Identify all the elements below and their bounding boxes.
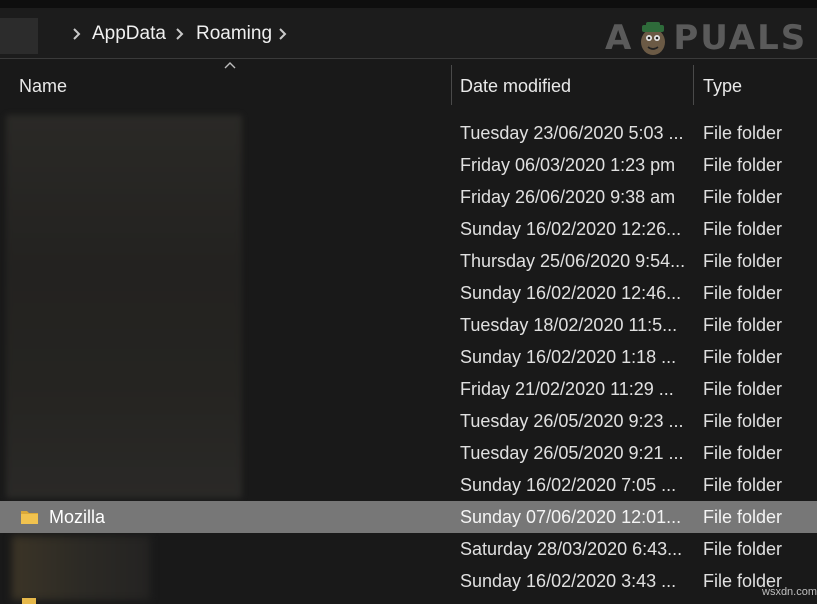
- address-bar-hidden-segment[interactable]: [0, 18, 38, 54]
- file-row[interactable]: Tuesday 26/05/2020 9:23 ... File folder: [0, 405, 817, 437]
- file-row[interactable]: Friday 26/06/2020 9:38 am File folder: [0, 181, 817, 213]
- file-row[interactable]: Saturday 28/03/2020 6:43... File folder: [0, 533, 817, 565]
- date-modified-cell: Tuesday 18/02/2020 11:5...: [460, 315, 678, 335]
- file-row[interactable]: Friday 06/03/2020 1:23 pm File folder: [0, 149, 817, 181]
- type-cell: File folder: [703, 411, 783, 431]
- date-modified-cell: Sunday 16/02/2020 7:05 ...: [460, 475, 677, 495]
- file-row[interactable]: Thursday 25/06/2020 9:54... File folder: [0, 245, 817, 277]
- date-modified-cell: Tuesday 26/05/2020 9:23 ...: [460, 411, 684, 431]
- date-modified-cell: Sunday 16/02/2020 12:46...: [460, 283, 682, 303]
- folder-name: Mozilla: [49, 506, 106, 527]
- column-divider[interactable]: [451, 65, 452, 105]
- type-cell: File folder: [703, 539, 783, 559]
- watermark-prefix: A: [605, 18, 634, 58]
- date-modified-cell: Thursday 25/06/2020 9:54...: [460, 251, 686, 271]
- type-cell: File folder: [703, 251, 783, 271]
- date-modified-cell: Friday 06/03/2020 1:23 pm: [460, 155, 676, 175]
- breadcrumb-appdata[interactable]: AppData: [92, 22, 166, 46]
- name-cell[interactable]: Mozilla: [20, 501, 105, 533]
- date-modified-cell: Sunday 16/02/2020 1:18 ...: [460, 347, 677, 367]
- file-row[interactable]: Tuesday 23/06/2020 5:03 ... File folder: [0, 117, 817, 149]
- column-header-name[interactable]: Name: [19, 75, 67, 97]
- file-row[interactable]: Sunday 16/02/2020 12:46... File folder: [0, 277, 817, 309]
- folder-icon: [20, 508, 40, 526]
- chevron-right-icon[interactable]: [278, 24, 288, 44]
- type-cell: File folder: [703, 507, 783, 527]
- file-row[interactable]: Sunday 16/02/2020 7:05 ... File folder: [0, 469, 817, 501]
- date-modified-cell: Friday 26/06/2020 9:38 am: [460, 187, 676, 207]
- address-bar[interactable]: AppData Roaming A PUALS: [0, 8, 817, 59]
- column-header-type[interactable]: Type: [703, 75, 742, 97]
- date-modified-cell: Friday 21/02/2020 11:29 ...: [460, 379, 674, 399]
- date-modified-cell: Sunday 07/06/2020 12:01...: [460, 507, 682, 527]
- date-modified-cell: Saturday 28/03/2020 6:43...: [460, 539, 683, 559]
- breadcrumb-roaming[interactable]: Roaming: [196, 22, 272, 46]
- date-modified-cell: Sunday 16/02/2020 12:26...: [460, 219, 682, 239]
- type-cell: File folder: [703, 123, 783, 143]
- file-row[interactable]: Sunday 16/02/2020 12:26... File folder: [0, 213, 817, 245]
- watermark-logo: A PUALS: [605, 18, 807, 58]
- type-cell: File folder: [703, 155, 783, 175]
- sort-ascending-icon: [224, 61, 236, 69]
- file-row[interactable]: Tuesday 18/02/2020 11:5... File folder: [0, 309, 817, 341]
- title-strip: [0, 0, 817, 8]
- column-header-date-modified[interactable]: Date modified: [460, 75, 571, 97]
- type-cell: File folder: [703, 347, 783, 367]
- type-cell: File folder: [703, 379, 783, 399]
- date-modified-cell: Tuesday 26/05/2020 9:21 ...: [460, 443, 684, 463]
- date-modified-cell: Tuesday 23/06/2020 5:03 ...: [460, 123, 684, 143]
- watermark-suffix: PUALS: [673, 18, 808, 58]
- type-cell: File folder: [703, 283, 783, 303]
- file-row[interactable]: Friday 21/02/2020 11:29 ... File folder: [0, 373, 817, 405]
- file-row[interactable]: Sunday 16/02/2020 3:43 ... File folder: [0, 565, 817, 597]
- type-cell: File folder: [703, 187, 783, 207]
- type-cell: File folder: [703, 443, 783, 463]
- file-row[interactable]: Sunday 16/02/2020 1:18 ... File folder: [0, 341, 817, 373]
- date-modified-cell: Sunday 16/02/2020 3:43 ...: [460, 571, 677, 591]
- watermark-footer: wsxdn.com: [762, 586, 817, 598]
- column-divider[interactable]: [693, 65, 694, 105]
- type-cell: File folder: [703, 315, 783, 335]
- chevron-right-icon[interactable]: [175, 24, 185, 44]
- file-row[interactable]: Tuesday 26/05/2020 9:21 ... File folder: [0, 437, 817, 469]
- mascot-icon: [633, 18, 673, 58]
- chevron-right-icon[interactable]: [72, 24, 82, 44]
- folder-icon: [22, 598, 36, 604]
- type-cell: File folder: [703, 219, 783, 239]
- type-cell: File folder: [703, 475, 783, 495]
- file-row[interactable]: Mozilla Sunday 07/06/2020 12:01... File fo…: [0, 501, 817, 533]
- column-header-row: Name Date modified Type: [0, 59, 817, 107]
